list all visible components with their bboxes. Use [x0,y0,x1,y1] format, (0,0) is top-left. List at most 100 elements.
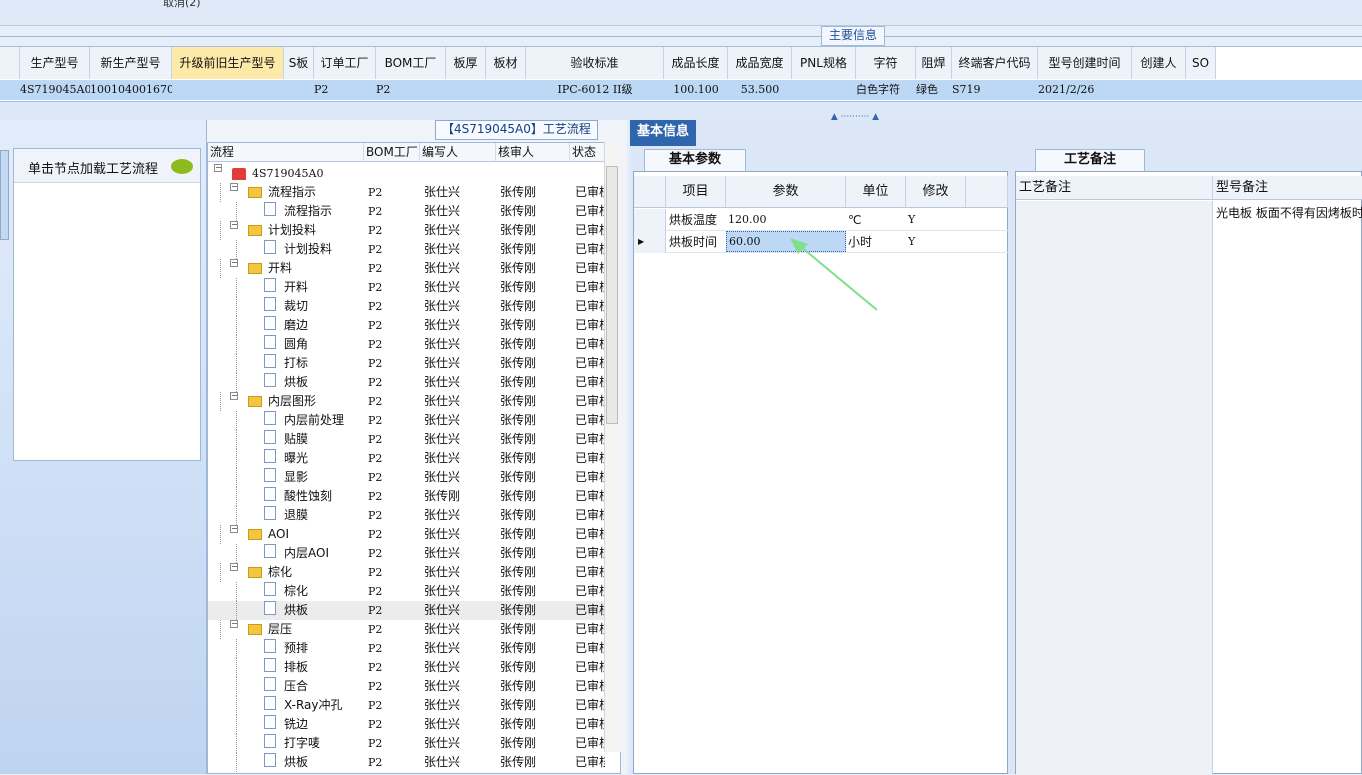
tree-row[interactable]: − 4S719045A0 [208,164,620,183]
cell[interactable]: 绿色 [916,80,952,100]
cell[interactable]: 2021/2/26 [1038,80,1132,100]
column-header[interactable]: 成品宽度 [728,47,792,79]
column-header[interactable]: 成品长度 [664,47,728,79]
tree-row[interactable]: 打字唛 P2 张仕兴 张传刚 已审核 [208,734,620,753]
column-header[interactable]: 板厚 [446,47,486,79]
param-column-header[interactable]: 修改 [906,176,966,208]
tree-row[interactable]: 铣边 P2 张仕兴 张传刚 已审核 [208,715,620,734]
param-value[interactable]: 120.00 [726,209,846,231]
param-column-header[interactable]: 参数 [726,176,846,208]
column-header[interactable]: PNL规格 [792,47,856,79]
node-panel-header[interactable]: 单击节点加载工艺流程 [14,149,200,183]
cell[interactable]: 10010400167012 [90,80,172,100]
collapse-icon[interactable]: − [214,164,222,172]
tree-row[interactable]: 圆角 P2 张仕兴 张传刚 已审核 [208,335,620,354]
tree-row[interactable]: − 层压 P2 张仕兴 张传刚 已审核 [208,620,620,639]
column-header[interactable]: 板材 [486,47,526,79]
cell[interactable]: IPC-6012 II级 [526,80,664,100]
column-header[interactable]: 阻焊 [916,47,952,79]
collapse-icon[interactable]: − [230,221,238,229]
param-value[interactable]: 60.00 [726,231,846,252]
cell[interactable]: 白色字符 [856,80,916,100]
tree-row[interactable]: − 计划投料 P2 张仕兴 张传刚 已审核 [208,221,620,240]
column-header[interactable]: 新生产型号 [90,47,172,79]
model-note-text[interactable]: 光电板 板面不得有因烤板时 [1216,204,1362,221]
cell[interactable]: P2 [376,80,446,100]
column-header[interactable]: 终端客户代码 [952,47,1038,79]
tree-row[interactable]: 退膜 P2 张仕兴 张传刚 已审核 [208,506,620,525]
column-header[interactable]: BOM工厂 [376,47,446,79]
tree-row[interactable]: 开料 P2 张仕兴 张传刚 已审核 [208,278,620,297]
cell[interactable]: 100.100 [664,80,728,100]
param-column-header[interactable]: 项目 [666,176,726,208]
column-header[interactable]: 创建人 [1132,47,1186,79]
tree-column-header[interactable]: 流程 [208,143,364,162]
tree-row[interactable]: 烘板 P2 张仕兴 张传刚 已审核 [208,753,620,772]
model-note-header[interactable]: 型号备注 [1213,176,1362,200]
tab-main-info[interactable]: 主要信息 [821,26,886,46]
tree-row[interactable]: − 棕化 P2 张仕兴 张传刚 已审核 [208,563,620,582]
column-header[interactable]: SO [1186,47,1216,79]
cell[interactable]: P2 [314,80,376,100]
tree-row[interactable]: − 流程指示 P2 张仕兴 张传刚 已审核 [208,183,620,202]
tree-column-header[interactable]: 编写人 [420,143,496,162]
process-note-header[interactable]: 工艺备注 [1016,176,1213,200]
collapse-icon[interactable]: − [230,525,238,533]
tree-row[interactable]: X-Ray冲孔 P2 张仕兴 张传刚 已审核 [208,696,620,715]
column-header[interactable]: 生产型号 [20,47,90,79]
tab-process-notes[interactable]: 工艺备注 [1035,149,1146,171]
tree-row[interactable]: 打标 P2 张仕兴 张传刚 已审核 [208,354,620,373]
tree-row[interactable]: − 开料 P2 张仕兴 张传刚 已审核 [208,259,620,278]
cell[interactable] [284,80,314,100]
column-header[interactable]: 订单工厂 [314,47,376,79]
cell[interactable]: 4S719045A0 [20,80,90,100]
tree-row[interactable]: 显影 P2 张仕兴 张传刚 已审核 [208,468,620,487]
cell[interactable]: 53.500 [728,80,792,100]
collapse-icon[interactable]: − [230,259,238,267]
column-header[interactable]: 字符 [856,47,916,79]
tree-row[interactable]: 烘板 P2 张仕兴 张传刚 已审核 [208,373,620,392]
collapse-icon[interactable]: − [230,563,238,571]
tree-column-header[interactable]: 核审人 [496,143,570,162]
column-header[interactable]: S板 [284,47,314,79]
tree-row[interactable]: − 内层图形 P2 张仕兴 张传刚 已审核 [208,392,620,411]
tree-row[interactable]: 流程指示 P2 张仕兴 张传刚 已审核 [208,202,620,221]
left-vertical-tab[interactable] [0,150,9,240]
tree-row[interactable]: 磨边 P2 张仕兴 张传刚 已审核 [208,316,620,335]
param-row[interactable]: 烘板温度 120.00 ℃ Y [634,209,1009,231]
tree-row[interactable]: 排板 P2 张仕兴 张传刚 已审核 [208,658,620,677]
cell[interactable] [1186,80,1216,100]
tree-scroll-thumb[interactable] [606,166,618,424]
process-note-column[interactable] [1016,201,1213,775]
tree-row[interactable]: 棕化 P2 张仕兴 张传刚 已审核 [208,582,620,601]
param-row[interactable]: ▶ 烘板时间 60.00 小时 Y [634,231,1009,253]
tree-row[interactable]: 内层前处理 P2 张仕兴 张传刚 已审核 [208,411,620,430]
horizontal-splitter[interactable]: ▲ ·········· ▲ [0,102,1362,122]
tree-row[interactable]: 计划投料 P2 张仕兴 张传刚 已审核 [208,240,620,259]
column-header[interactable]: 升级前旧生产型号 [172,47,284,79]
cell[interactable] [792,80,856,100]
column-header[interactable]: 验收标准 [526,47,664,79]
tree-row[interactable]: 内层AOI P2 张仕兴 张传刚 已审核 [208,544,620,563]
tree-row[interactable]: 压合 P2 张仕兴 张传刚 已审核 [208,677,620,696]
tree-row[interactable]: 裁切 P2 张仕兴 张传刚 已审核 [208,297,620,316]
tab-basic-params[interactable]: 基本参数 [644,149,747,171]
tree-row[interactable]: − AOI P2 张仕兴 张传刚 已审核 [208,525,620,544]
tab-basic-info[interactable]: 基本信息 [630,120,697,146]
tree-row[interactable]: 预排 P2 张仕兴 张传刚 已审核 [208,639,620,658]
cell[interactable] [446,80,486,100]
tab-process-flow[interactable]: 【4S719045A0】工艺流程 [435,120,598,140]
cell[interactable] [1132,80,1186,100]
column-header[interactable]: 型号创建时间 [1038,47,1132,79]
collapse-icon[interactable]: − [230,183,238,191]
collapse-icon[interactable]: − [230,392,238,400]
tree-row[interactable]: 曝光 P2 张仕兴 张传刚 已审核 [208,449,620,468]
tree-row[interactable]: 酸性蚀刻 P2 张传刚 张传刚 已审核 [208,487,620,506]
cell[interactable] [486,80,526,100]
collapse-icon[interactable]: − [230,620,238,628]
tree-row[interactable]: 贴膜 P2 张仕兴 张传刚 已审核 [208,430,620,449]
param-column-header[interactable]: 单位 [846,176,906,208]
cell[interactable] [172,80,284,100]
tree-column-header[interactable]: BOM工厂 [364,143,420,162]
cell[interactable]: S719 [952,80,1038,100]
